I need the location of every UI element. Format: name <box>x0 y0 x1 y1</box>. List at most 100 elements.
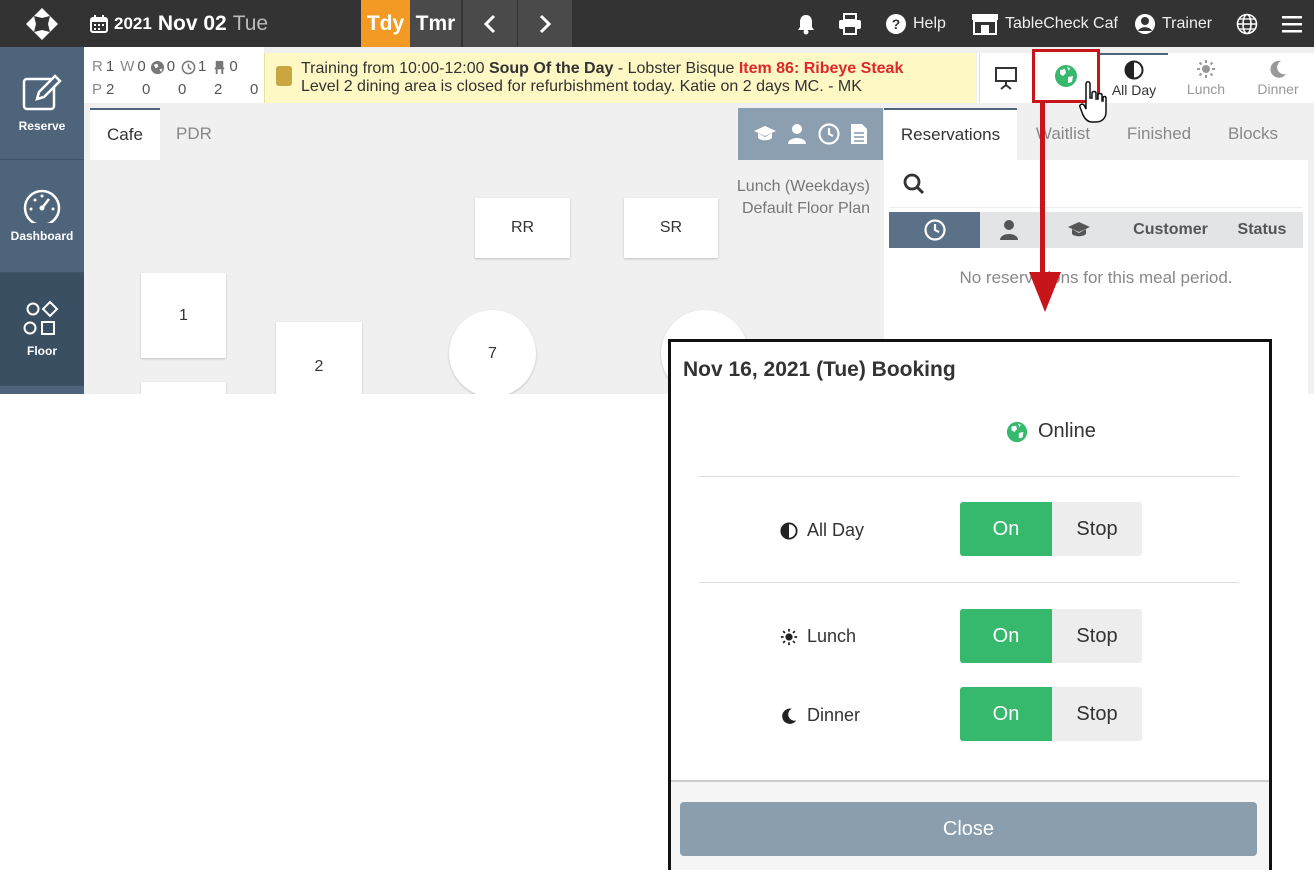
column-guests[interactable] <box>980 212 1038 248</box>
document-icon[interactable] <box>850 123 868 145</box>
meal-tab-label-all-day: All Day <box>1111 82 1157 98</box>
p-value-w: 0 <box>142 81 151 98</box>
floor-filter-group <box>738 108 883 160</box>
notice-line1-prefix: Training from 10:00-12:00 <box>301 60 489 77</box>
sidebar-item-floor[interactable]: Floor <box>0 273 84 386</box>
table-1[interactable]: 1 <box>141 273 226 358</box>
store-icon <box>972 13 998 35</box>
next-day-button[interactable] <box>517 0 572 47</box>
label-dinner: Dinner <box>807 705 861 725</box>
annotation-arrowhead-icon <box>1029 272 1061 312</box>
graduation-cap-icon[interactable] <box>753 124 777 144</box>
sidebar-item-reserve[interactable]: Reserve <box>0 47 84 160</box>
sidebar-label-dashboard: Dashboard <box>10 229 74 243</box>
table-2[interactable]: 2 <box>276 322 362 394</box>
stats-row-people: P 2 0 0 2 0 <box>92 81 258 98</box>
presentation-button[interactable] <box>979 53 1031 103</box>
tab-cafe[interactable]: Cafe <box>90 108 160 160</box>
dinner-on-button[interactable]: On <box>960 687 1052 741</box>
app-window: 2021 Nov 02 Tue Tdy Tmr ? Help TableChec… <box>0 0 1314 394</box>
notifications-button[interactable] <box>796 0 816 47</box>
modal-title: Nov 16, 2021 (Tue) Booking <box>683 358 956 381</box>
date-year: 2021 <box>114 13 152 33</box>
column-customer[interactable]: Customer <box>1120 212 1221 248</box>
column-status[interactable]: Status <box>1221 212 1303 248</box>
lunch-toggle: On Stop <box>960 609 1142 663</box>
venue-selector[interactable]: TableCheck Caf <box>971 0 1118 47</box>
dinner-stop-button[interactable]: Stop <box>1052 687 1142 741</box>
tomorrow-button[interactable]: Tmr <box>410 0 461 47</box>
sidebar: Reserve Dashboard Floor <box>0 47 84 394</box>
floor-plan-label: Lunch (Weekdays) Default Floor Plan <box>737 176 870 220</box>
globe-icon <box>1006 421 1028 442</box>
meal-tab-dinner[interactable]: Dinner <box>1244 53 1312 103</box>
sidebar-label-reserve: Reserve <box>18 119 66 133</box>
date-picker[interactable]: 2021 Nov 02 Tue <box>90 0 268 47</box>
user-menu[interactable]: Trainer <box>1134 0 1212 47</box>
tab-pdr[interactable]: PDR <box>160 108 228 160</box>
graduation-cap-icon <box>1068 222 1090 237</box>
person-icon[interactable] <box>787 123 807 145</box>
tab-blocks[interactable]: Blocks <box>1208 108 1298 160</box>
logo-icon <box>26 7 58 40</box>
close-button[interactable]: Close <box>680 802 1257 856</box>
globe-outline-icon <box>1236 13 1258 34</box>
sidebar-label-floor: Floor <box>27 344 57 358</box>
sidebar-item-dashboard[interactable]: Dashboard <box>0 160 84 273</box>
hand-cursor-icon <box>1079 81 1107 123</box>
online-label: Online <box>1038 420 1096 442</box>
all-day-on-button[interactable]: On <box>960 502 1052 556</box>
daily-notice[interactable]: Training from 10:00-12:00 Soup Of the Da… <box>264 53 976 103</box>
print-button[interactable] <box>838 0 862 47</box>
lunch-on-button[interactable]: On <box>960 609 1052 663</box>
notice-line1-red: Item 86: Ribeye Steak <box>738 60 904 77</box>
sun-icon <box>1197 60 1215 78</box>
language-button[interactable] <box>1236 0 1258 47</box>
help-label: Help <box>913 14 946 32</box>
reservation-search[interactable] <box>889 160 1303 208</box>
notice-line-2: Level 2 dining area is closed for refurb… <box>301 78 862 95</box>
tab-finished[interactable]: Finished <box>1113 108 1205 160</box>
all-day-stop-button[interactable]: Stop <box>1052 502 1142 556</box>
plan-name: Default Floor Plan <box>741 200 870 217</box>
all-day-toggle: On Stop <box>960 502 1142 556</box>
w-label: W <box>120 58 135 75</box>
main-menu-button[interactable] <box>1282 0 1302 47</box>
globe-small-icon <box>150 60 164 75</box>
user-circle-icon <box>1135 13 1155 34</box>
r-label: R <box>92 58 103 75</box>
meal-tab-all-day[interactable]: All Day <box>1100 53 1168 103</box>
reservation-stats: R 1 W 0 0 1 0 P 2 0 0 2 0 <box>84 47 264 103</box>
column-time[interactable] <box>889 212 980 248</box>
lunch-stop-button[interactable]: Stop <box>1052 609 1142 663</box>
meal-tab-label-lunch: Lunch <box>1186 81 1226 97</box>
moon-icon <box>782 708 797 724</box>
table-bottom[interactable] <box>141 382 226 394</box>
table-sr[interactable]: SR <box>624 198 718 258</box>
today-button[interactable]: Tdy <box>361 0 410 47</box>
help-button[interactable]: ? Help <box>885 0 946 47</box>
row-label-lunch: Lunch <box>780 626 856 647</box>
date-month-day: Nov 02 <box>157 11 227 35</box>
half-circle-icon <box>780 521 798 540</box>
empty-reservations-message: No reservations for this meal period. <box>959 268 1233 287</box>
globe-icon <box>1055 65 1077 87</box>
previous-day-button[interactable] <box>462 0 517 47</box>
person-icon <box>1000 220 1018 240</box>
printer-icon <box>839 12 861 35</box>
w-value: 0 <box>137 58 146 75</box>
label-lunch: Lunch <box>807 626 857 646</box>
half-circle-icon <box>1124 60 1144 80</box>
clock-icon[interactable] <box>818 123 840 145</box>
table-7[interactable]: 7 <box>449 310 536 394</box>
notice-line1-bold: Soup Of the Day <box>488 60 614 77</box>
p-value-r: 2 <box>106 81 115 98</box>
clock-icon <box>923 219 946 241</box>
tab-reservations[interactable]: Reservations <box>884 108 1017 160</box>
meal-tab-lunch[interactable]: Lunch <box>1172 53 1240 103</box>
p-value-online: 0 <box>178 81 187 98</box>
table-rr[interactable]: RR <box>475 198 570 258</box>
tablecheck-logo[interactable] <box>0 0 84 47</box>
question-circle-icon: ? <box>886 13 906 34</box>
clock-small-icon <box>181 60 196 75</box>
